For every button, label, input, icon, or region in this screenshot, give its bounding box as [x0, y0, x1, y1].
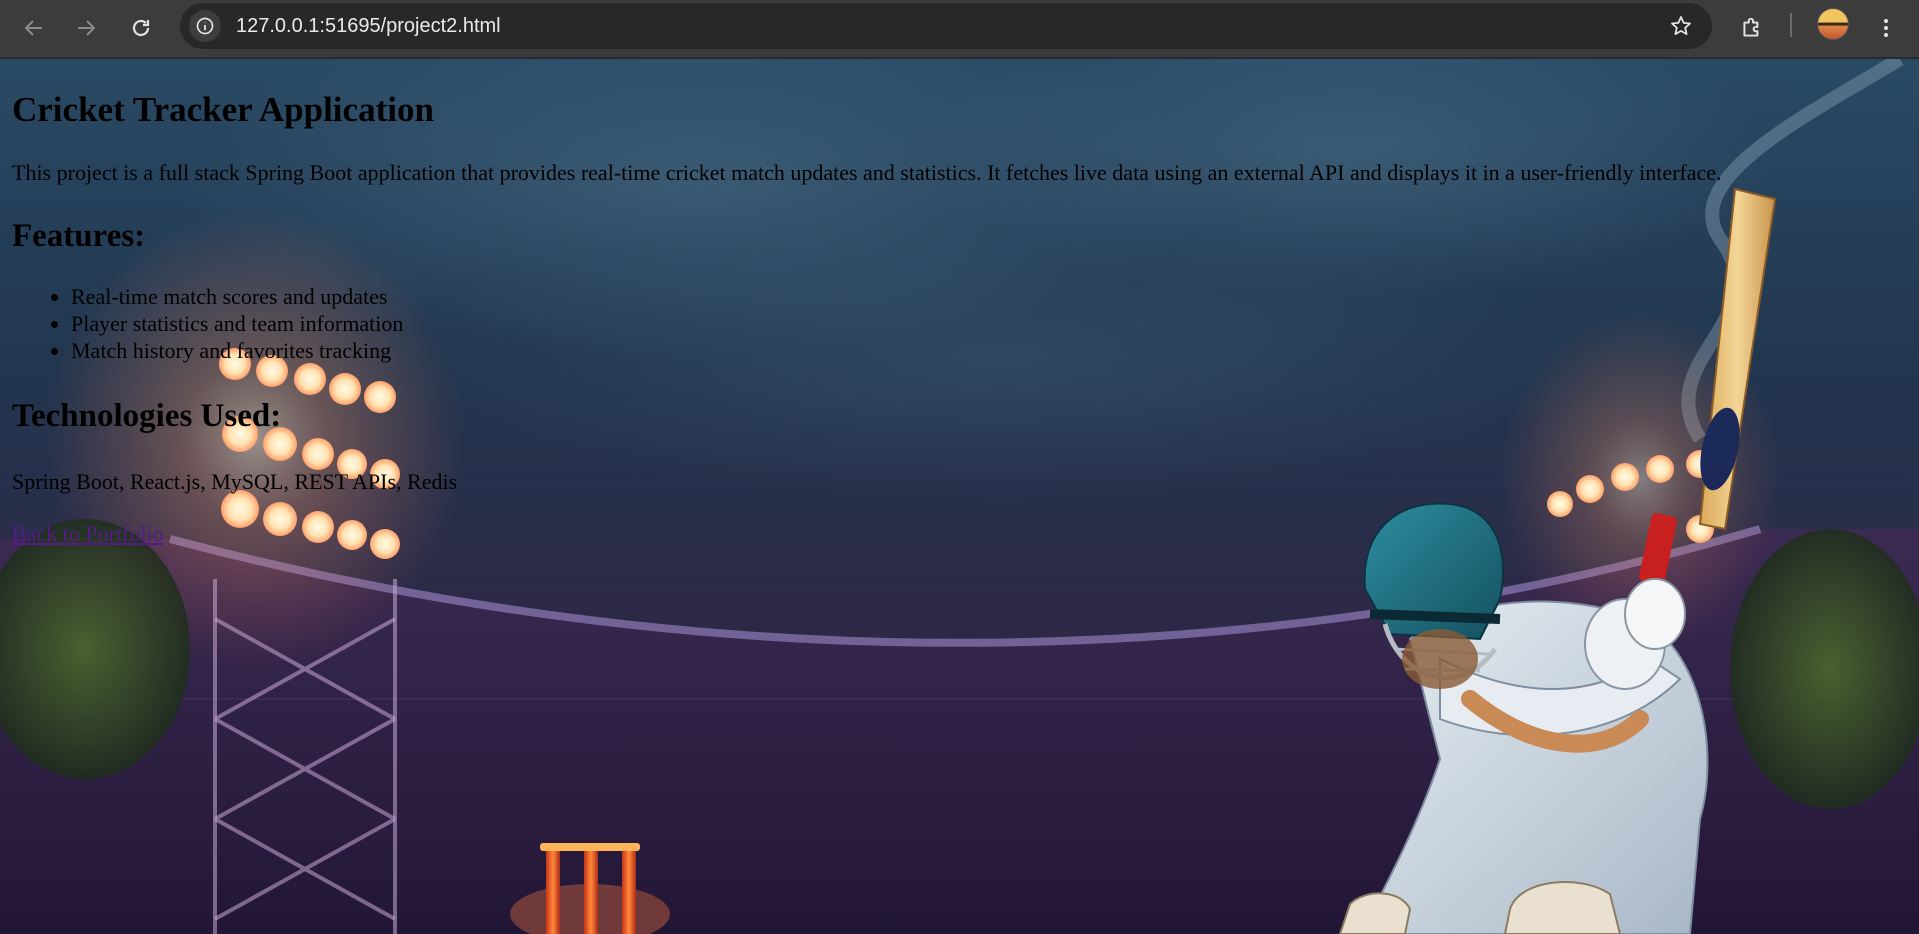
features-heading: Features:: [12, 218, 146, 254]
reload-icon: [132, 19, 150, 37]
arrow-right-icon: [78, 20, 96, 36]
info-icon: [196, 17, 214, 35]
menu-button[interactable]: [1866, 6, 1906, 50]
page-viewport: Cricket Tracker Application This project…: [0, 59, 1919, 934]
site-info-button[interactable]: [189, 10, 221, 42]
toolbar-divider: [1790, 13, 1792, 37]
reload-button[interactable]: [119, 6, 163, 50]
background-illustration: [0, 59, 1919, 934]
features-list: Real-time match scores and updates Playe…: [12, 283, 403, 364]
list-item: Real-time match scores and updates: [71, 283, 403, 310]
browser-toolbar: 127.0.0.1:51695/project2.html: [0, 0, 1919, 58]
list-item: Match history and favorites tracking: [71, 337, 403, 364]
url-text[interactable]: 127.0.0.1:51695/project2.html: [236, 3, 501, 49]
puzzle-icon: [1743, 17, 1759, 37]
kebab-menu-icon: [1884, 19, 1888, 37]
list-item: Player statistics and team information: [71, 310, 403, 337]
page-title: Cricket Tracker Application: [12, 90, 434, 129]
project-description: This project is a full stack Spring Boot…: [12, 160, 1722, 185]
bookmark-button[interactable]: [1664, 9, 1698, 43]
avatar[interactable]: [1817, 8, 1849, 40]
star-icon: [1671, 16, 1691, 35]
back-button[interactable]: [12, 6, 56, 50]
extensions-button[interactable]: [1730, 6, 1774, 50]
forward-button[interactable]: [64, 6, 108, 50]
address-bar[interactable]: 127.0.0.1:51695/project2.html: [180, 3, 1712, 49]
arrow-left-icon: [24, 20, 42, 36]
back-to-portfolio-link[interactable]: Back to Portfolio: [12, 521, 164, 547]
technologies-text: Spring Boot, React.js, MySQL, REST APIs,…: [12, 469, 458, 494]
technologies-heading: Technologies Used:: [12, 398, 282, 434]
